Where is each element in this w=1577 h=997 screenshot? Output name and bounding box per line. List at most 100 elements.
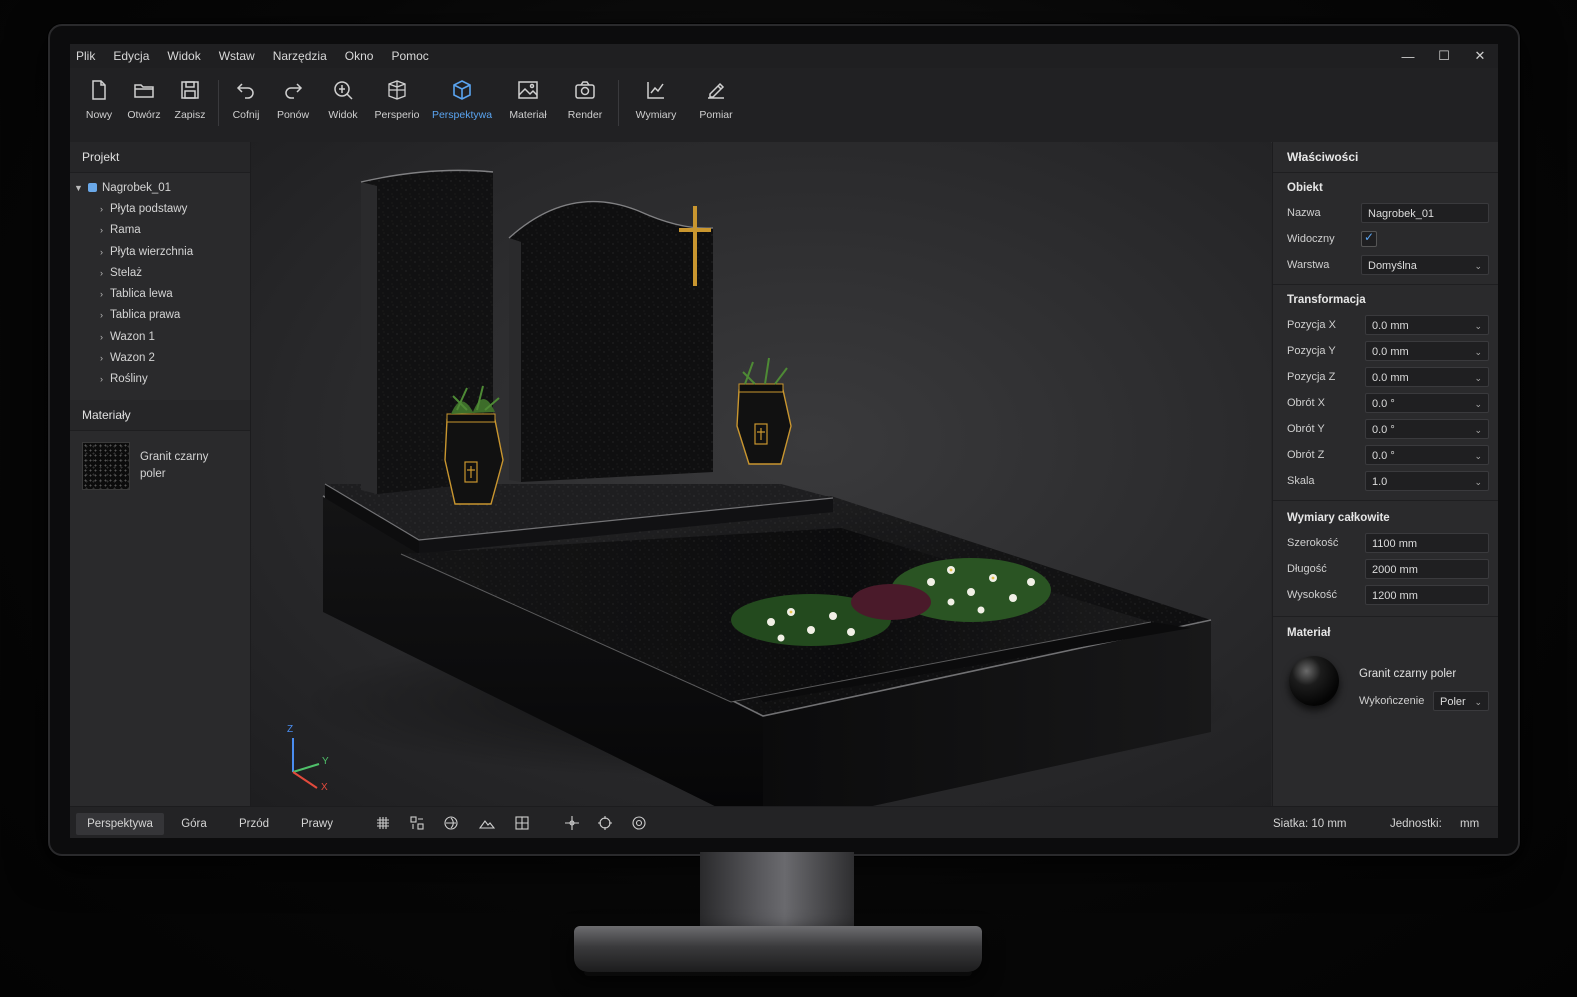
persperio-button[interactable]: Persperio [369,74,425,134]
target-icon[interactable] [597,815,613,831]
height-label: Wysokość [1287,589,1338,601]
material-section-title: Materiał [1287,627,1331,639]
dimensions-button[interactable]: Wymiary [628,74,684,134]
chevron-right-icon[interactable]: › [100,204,110,214]
chevron-right-icon[interactable]: › [100,353,110,363]
rot-y-value: 0.0 ° [1372,424,1395,436]
tab-gora[interactable]: Góra [170,813,218,835]
material-name: Granit czarny poler [1359,668,1457,680]
render-preview-icon[interactable] [631,815,647,831]
tab-przod[interactable]: Przód [230,813,278,835]
rot-z-input[interactable]: 0.0 ° ⌄ [1365,445,1489,465]
chevron-down-icon: ⌄ [1474,451,1482,461]
chevron-right-icon[interactable]: › [100,268,110,278]
shading-icon[interactable] [443,815,459,831]
rot-y-input[interactable]: 0.0 ° ⌄ [1365,419,1489,439]
pos-z-value: 0.0 mm [1372,372,1409,384]
grid-icon[interactable] [375,815,391,831]
save-label: Zapisz [174,109,206,121]
snap-grid-icon[interactable] [409,815,425,831]
menu-plik[interactable]: Plik [76,49,95,63]
chevron-down-icon: ⌄ [1474,347,1482,357]
chevron-down-icon: ⌄ [1474,477,1482,487]
project-tree: ▼ Nagrobek_01 › Płyta podstawy › Rama › Pły… [70,173,250,390]
monitor-stand-neck [700,852,854,936]
chevron-right-icon[interactable]: › [100,247,110,257]
tree-root-item[interactable]: ▼ Nagrobek_01 [70,177,250,198]
length-input[interactable]: 2000 mm [1365,559,1489,579]
undo-label: Cofnij [232,109,260,121]
rot-x-value: 0.0 ° [1372,398,1395,410]
tab-prawy[interactable]: Prawy [292,813,342,835]
pos-y-label: Pozycja Y [1287,345,1336,357]
material-item[interactable]: Granit czarny poler [82,442,220,490]
axis-z-label: Z [287,724,294,735]
finish-select[interactable]: Poler ⌄ [1433,691,1489,711]
rot-x-input[interactable]: 0.0 ° ⌄ [1365,393,1489,413]
app-window: Plik Edycja Widok Wstaw Narzędzia Okno P… [70,44,1498,838]
terrain-icon[interactable] [479,815,495,831]
material-button[interactable]: Materiał [500,74,556,134]
scale-value: 1.0 [1372,476,1388,488]
tree-item-wazon-2[interactable]: › Wazon 2 [70,347,250,368]
finish-value: Poler [1440,696,1466,708]
name-input[interactable]: Nagrobek_01 [1361,203,1489,223]
save-button[interactable]: Zapisz [162,74,218,134]
menu-wstaw[interactable]: Wstaw [219,49,255,63]
layer-select[interactable]: Domyślna ⌄ [1361,255,1489,275]
chevron-right-icon[interactable]: › [100,374,110,384]
chevron-down-icon[interactable]: ▼ [74,183,84,193]
tree-item-wazon-1[interactable]: › Wazon 1 [70,326,250,347]
maximize-icon[interactable]: ☐ [1426,48,1462,64]
tree-item-plyta-wierzchnia[interactable]: › Płyta wierzchnia [70,241,250,262]
tree-item-plyta-podstawy[interactable]: › Płyta podstawy [70,198,250,219]
menu-narzedzia[interactable]: Narzędzia [273,49,327,63]
persperio-label: Persperio [374,109,420,121]
height-input[interactable]: 1200 mm [1365,585,1489,605]
pos-z-input[interactable]: 0.0 mm ⌄ [1365,367,1489,387]
tree-item-rosliny[interactable]: › Rośliny [70,369,250,390]
view-button[interactable]: Widok [315,74,371,134]
tree-item-tablica-prawa[interactable]: › Tablica prawa [70,305,250,326]
view-label: Widok [328,109,358,121]
name-label: Nazwa [1287,207,1321,219]
visible-checkbox[interactable]: ✓ [1361,230,1377,247]
chevron-right-icon[interactable]: › [100,289,110,299]
perspective-button[interactable]: Perspektywa [432,74,492,134]
project-panel: Projekt ▼ Nagrobek_01 › Płyta podstawy › R… [70,142,251,806]
menu-pomoc[interactable]: Pomoc [391,49,428,63]
redo-button[interactable]: Ponów [265,74,321,134]
tree-item-tablica-lewa[interactable]: › Tablica lewa [70,283,250,304]
dimensions-label: Wymiary [635,109,677,121]
3d-viewport[interactable]: Z Y X [251,142,1271,806]
layout-icon[interactable] [514,815,530,831]
open-label: Otwórz [127,109,161,121]
tab-perspektywa[interactable]: Perspektywa [76,813,164,835]
render-button[interactable]: Render [557,74,613,134]
wireframe-icon [388,80,406,100]
divider [1273,500,1498,501]
close-icon[interactable]: ✕ [1462,48,1498,64]
snap-point-icon[interactable] [564,815,580,831]
chevron-down-icon: ⌄ [1474,321,1482,331]
render-label: Render [567,109,603,121]
axis-gizmo [292,738,320,789]
scale-input[interactable]: 1.0 ⌄ [1365,471,1489,491]
chevron-right-icon[interactable]: › [100,310,110,320]
width-input[interactable]: 1100 mm [1365,533,1489,553]
menu-okno[interactable]: Okno [345,49,374,63]
tree-item-rama[interactable]: › Rama [70,220,250,241]
tree-item-stelaz[interactable]: › Stelaż [70,262,250,283]
menu-widok[interactable]: Widok [167,49,200,63]
measure-button[interactable]: Pomiar [688,74,744,134]
chevron-down-icon: ⌄ [1474,399,1482,409]
material-swatch [82,442,130,490]
chevron-right-icon[interactable]: › [100,225,110,235]
pos-y-input[interactable]: 0.0 mm ⌄ [1365,341,1489,361]
chevron-right-icon[interactable]: › [100,332,110,342]
minimize-icon[interactable]: — [1390,49,1426,64]
menu-edycja[interactable]: Edycja [113,49,149,63]
new-label: Nowy [85,109,113,121]
pos-z-label: Pozycja Z [1287,371,1336,383]
pos-x-input[interactable]: 0.0 mm ⌄ [1365,315,1489,335]
